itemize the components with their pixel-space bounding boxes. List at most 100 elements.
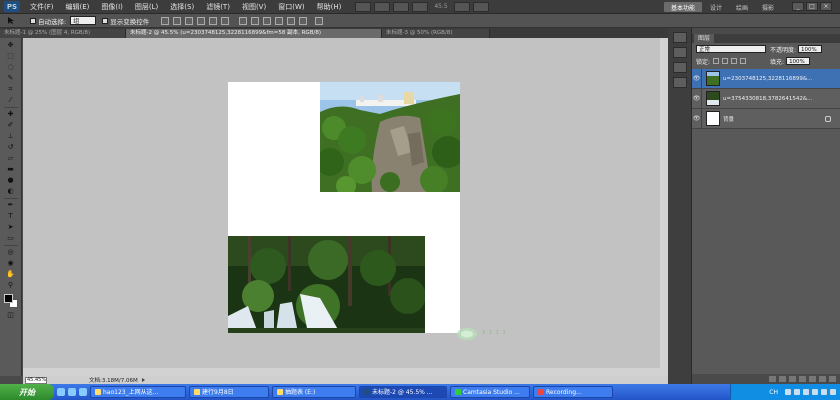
status-zoom-field[interactable]: 45.45% bbox=[25, 376, 47, 384]
distribute-right-icon[interactable] bbox=[299, 16, 308, 25]
dodge-tool-icon[interactable]: ◐ bbox=[5, 187, 17, 196]
quick-mask-icon[interactable]: ◫ bbox=[5, 311, 17, 320]
close-button[interactable]: × bbox=[820, 2, 832, 11]
lock-position-icon[interactable] bbox=[731, 58, 738, 64]
move-tool-icon[interactable] bbox=[6, 16, 20, 25]
crop-tool-icon[interactable]: ⌗ bbox=[5, 85, 17, 94]
align-left-icon[interactable] bbox=[197, 16, 206, 25]
status-menu-arrow-icon[interactable] bbox=[141, 378, 145, 382]
auto-select-dropdown[interactable]: 组 bbox=[70, 16, 97, 25]
bridge-button[interactable] bbox=[355, 1, 372, 12]
menu-filter[interactable]: 滤镜(T) bbox=[200, 2, 236, 12]
tray-icon-1[interactable] bbox=[785, 389, 791, 395]
new-layer-icon[interactable] bbox=[819, 376, 826, 382]
layer-row-2[interactable]: 👁 u=3754330818,3782641542&... bbox=[692, 88, 840, 109]
layers-tab[interactable]: 图层 bbox=[694, 34, 715, 43]
workspace-design[interactable]: 设计 bbox=[710, 3, 722, 12]
tray-icon-5[interactable] bbox=[821, 389, 827, 395]
actions-panel-icon[interactable] bbox=[673, 47, 687, 58]
distribute-hcenter-icon[interactable] bbox=[287, 16, 296, 25]
cliff-photo-layer[interactable] bbox=[320, 82, 460, 192]
distribute-top-icon[interactable] bbox=[239, 16, 248, 25]
adjustments-panel-icon[interactable] bbox=[673, 77, 687, 88]
foreground-color-swatch[interactable] bbox=[3, 294, 13, 303]
eraser-tool-icon[interactable]: ▱ bbox=[5, 154, 17, 163]
input-language-indicator[interactable]: CH bbox=[769, 389, 778, 396]
eyedropper-tool-icon[interactable]: ⁄ bbox=[5, 96, 17, 105]
doc-tab-3[interactable]: 未标题-3 @ 50% (RGB/8) bbox=[382, 29, 490, 38]
canvas-horizontal-scrollbar[interactable] bbox=[23, 368, 668, 376]
mini-bridge-button[interactable] bbox=[374, 1, 391, 12]
eye-icon[interactable]: 👁 bbox=[692, 108, 702, 129]
tray-icon-3[interactable] bbox=[803, 389, 809, 395]
link-layers-icon[interactable] bbox=[769, 376, 776, 382]
menu-layer[interactable]: 图层(L) bbox=[129, 2, 164, 12]
task-folder[interactable]: 建行9月8日 bbox=[189, 386, 269, 398]
layer-row-background[interactable]: 👁 背景 bbox=[692, 108, 840, 129]
distribute-vcenter-icon[interactable] bbox=[251, 16, 260, 25]
layer-mask-icon[interactable] bbox=[789, 376, 796, 382]
clone-stamp-tool-icon[interactable]: ⊥ bbox=[5, 132, 17, 141]
menu-file[interactable]: 文件(F) bbox=[24, 2, 60, 12]
fill-field[interactable]: 100% bbox=[786, 57, 811, 65]
workspace-essentials-button[interactable]: 基本功能 bbox=[664, 2, 702, 12]
tray-icon-2[interactable] bbox=[794, 389, 800, 395]
maximize-button[interactable]: □ bbox=[806, 2, 818, 11]
align-top-icon[interactable] bbox=[161, 16, 170, 25]
doc-tab-2[interactable]: 未标题-2 @ 45.5% (u=2303748125,3228116899&f… bbox=[126, 29, 382, 38]
auto-align-layers-icon[interactable] bbox=[315, 16, 324, 25]
distribute-left-icon[interactable] bbox=[275, 16, 284, 25]
layer-row-1[interactable]: 👁 u=2303748125,3228116899&... bbox=[692, 68, 840, 89]
lasso-tool-icon[interactable]: ◌ bbox=[5, 63, 17, 72]
quicklaunch-media-icon[interactable] bbox=[79, 388, 87, 396]
blend-mode-dropdown[interactable]: 正常 bbox=[696, 45, 766, 53]
opacity-field[interactable]: 100% bbox=[798, 45, 823, 53]
quicklaunch-ie-icon[interactable] bbox=[57, 388, 65, 396]
canvas-vertical-scrollbar[interactable] bbox=[660, 38, 668, 368]
pen-tool-icon[interactable]: ✒ bbox=[5, 201, 17, 210]
color-panel-icon[interactable] bbox=[673, 62, 687, 73]
brush-tool-icon[interactable]: ✐ bbox=[5, 121, 17, 130]
workspace-painting[interactable]: 绘画 bbox=[736, 3, 748, 12]
distribute-bottom-icon[interactable] bbox=[263, 16, 272, 25]
history-brush-tool-icon[interactable]: ↺ bbox=[5, 143, 17, 152]
task-explorer[interactable]: 抽题表 (E:) bbox=[272, 386, 356, 398]
menu-help[interactable]: 帮助(H) bbox=[311, 2, 348, 12]
doc-tab-1[interactable]: 未标题-1 @ 25% (图层 4, RGB/8) bbox=[0, 29, 126, 38]
move-tool-icon[interactable]: ✥ bbox=[5, 41, 17, 50]
eye-icon[interactable]: 👁 bbox=[692, 68, 702, 89]
document-canvas[interactable] bbox=[228, 82, 460, 333]
task-camtasia[interactable]: Camtasia Studio ... bbox=[450, 386, 530, 398]
waterfall-photo-layer[interactable] bbox=[228, 236, 425, 333]
healing-brush-tool-icon[interactable]: ✚ bbox=[5, 110, 17, 119]
task-recording[interactable]: Recording... bbox=[533, 386, 613, 398]
quicklaunch-desktop-icon[interactable] bbox=[68, 388, 76, 396]
tray-icon-4[interactable] bbox=[812, 389, 818, 395]
3d-rotate-tool-icon[interactable]: ◎ bbox=[5, 248, 17, 257]
screen-mode-button[interactable] bbox=[472, 1, 489, 12]
app-zoom-level[interactable]: 45.5 bbox=[434, 3, 447, 10]
quick-select-tool-icon[interactable]: ✎ bbox=[5, 74, 17, 83]
lock-image-icon[interactable] bbox=[722, 58, 729, 64]
minimize-button[interactable]: _ bbox=[792, 2, 804, 11]
history-panel-icon[interactable] bbox=[673, 32, 687, 43]
hand-tool-icon[interactable]: ✋ bbox=[5, 270, 17, 279]
tray-icon-6[interactable] bbox=[830, 389, 836, 395]
shape-tool-icon[interactable]: ▭ bbox=[5, 234, 17, 243]
gradient-tool-icon[interactable]: ▬ bbox=[5, 165, 17, 174]
task-photoshop[interactable]: 未标题-2 @ 45.5% ... bbox=[359, 386, 447, 398]
adjustment-layer-icon[interactable] bbox=[799, 376, 806, 382]
align-hcenter-icon[interactable] bbox=[209, 16, 218, 25]
start-button[interactable]: 开始 bbox=[0, 384, 54, 400]
layer-style-icon[interactable] bbox=[779, 376, 786, 382]
menu-edit[interactable]: 编辑(E) bbox=[60, 2, 96, 12]
zoom-tool-icon[interactable]: ⚲ bbox=[5, 281, 17, 290]
align-vcenter-icon[interactable] bbox=[173, 16, 182, 25]
new-group-icon[interactable] bbox=[809, 376, 816, 382]
3d-orbit-tool-icon[interactable]: ◉ bbox=[5, 259, 17, 268]
task-browser[interactable]: hao123_上网从这... bbox=[90, 386, 186, 398]
path-select-tool-icon[interactable]: ➤ bbox=[5, 223, 17, 232]
type-tool-icon[interactable]: T bbox=[5, 212, 17, 221]
workspace-photography[interactable]: 摄影 bbox=[762, 3, 774, 12]
hand-tool-button[interactable] bbox=[393, 1, 410, 12]
